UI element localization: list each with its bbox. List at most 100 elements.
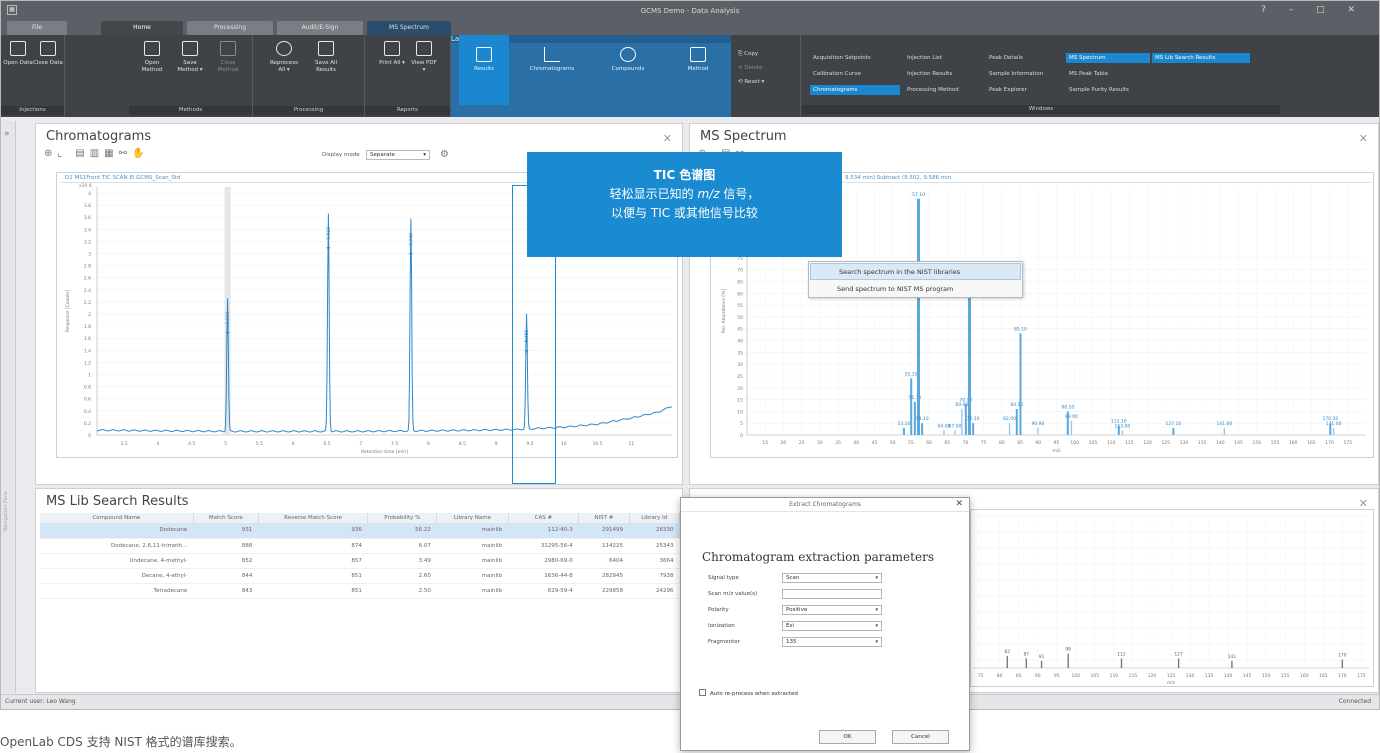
window-acquisition-setpoints[interactable]: Acquisition Setpoints [810, 53, 874, 63]
column-header[interactable]: Compound Name [40, 513, 194, 523]
open-data-button[interactable]: Open Data [3, 35, 33, 67]
tab-processing[interactable]: Processing [187, 21, 273, 35]
overlay-icon[interactable]: ▤ [75, 148, 89, 159]
layout-results-button[interactable]: Results [459, 35, 509, 105]
tab-home[interactable]: Home [101, 21, 183, 35]
x-tick-label: 95 [1054, 673, 1060, 679]
bar-label: 170 [1338, 653, 1347, 659]
close-icon[interactable]: ✕ [663, 132, 672, 145]
field-select[interactable]: Esi ▾ [782, 621, 882, 631]
tab-ms-spectrum[interactable]: MS Spectrum [367, 21, 451, 35]
window-controls[interactable]: ? – □ ✕ [1261, 5, 1365, 15]
window-processing-method[interactable]: Processing Method [904, 85, 962, 95]
fit-icon[interactable]: ⌞ [57, 148, 67, 159]
x-tick-label: 145 [1234, 440, 1243, 446]
table-row[interactable]: Dodecane 931 936 56.22 mainlib 112-40-3 291499… [40, 523, 680, 539]
window-sample-information[interactable]: Sample Information [986, 69, 1046, 79]
reprocess-all-button[interactable]: Reprocess All ▾ [269, 35, 299, 73]
tab-file[interactable]: File [7, 21, 67, 35]
field-select[interactable]: 135 ▾ [782, 637, 882, 647]
table-row[interactable]: Tetradecane 843 851 2.50 mainlib 629-59-4 2298… [40, 583, 680, 599]
y-tick-label: 30 [737, 362, 743, 368]
chevron-down-icon: ▾ [875, 607, 878, 613]
expand-chevron-icon[interactable]: » [4, 129, 10, 139]
column-header[interactable]: Match Score [193, 513, 259, 523]
table-cell: 2.50 [367, 583, 437, 599]
separate-icon[interactable]: ▦ [104, 148, 118, 159]
menu-item-search-nist[interactable]: Search spectrum in the NIST libraries [810, 263, 1021, 280]
bar-label: 141.00 [1216, 421, 1232, 427]
spectrum-bar [1332, 427, 1335, 435]
layout-method-button[interactable]: Method [673, 41, 723, 73]
window-injection-list[interactable]: Injection List [904, 53, 945, 63]
column-header[interactable]: Reverse Match Score [258, 513, 369, 523]
menu-item-send-nist[interactable]: Send spectrum to NIST MS program [809, 281, 1022, 298]
window-injection-results[interactable]: Injection Results [904, 69, 955, 79]
x-tick-label: 140 [1224, 673, 1233, 679]
field-select[interactable]: Positive ▾ [782, 605, 882, 615]
delete-button[interactable]: ✕ Delete [735, 63, 765, 73]
open-method-button[interactable]: Open Method [137, 35, 167, 73]
x-tick-label: 150 [1262, 673, 1271, 679]
close-method-button[interactable]: Close Method [213, 35, 243, 73]
close-data-button[interactable]: Close Data [33, 35, 63, 67]
y-tick-label: 3.4 [84, 227, 91, 233]
close-icon[interactable]: ✕ [1359, 132, 1368, 145]
column-header[interactable]: Library Id [629, 513, 680, 523]
close-icon[interactable]: ✕ [955, 499, 963, 509]
layout-chromatograms-button[interactable]: Chromatograms [527, 41, 577, 73]
y-tick-label: 0.8 [84, 385, 91, 391]
x-tick-label: 80 [999, 440, 1005, 446]
reset-button[interactable]: ⟲ Reset ▾ [735, 77, 767, 87]
window-ms-peak-table[interactable]: MS Peak Table [1066, 69, 1111, 79]
bar-label: 98.10 [1061, 404, 1074, 410]
table-row[interactable]: Undecane, 4-methyl- 852 857 3.49 mainlib 2980… [40, 553, 680, 569]
link-icon[interactable]: ⚯ [119, 148, 132, 159]
layout-compounds-button[interactable]: Compounds [603, 41, 653, 73]
view-pdf-button[interactable]: View PDF ▾ [409, 35, 439, 73]
window-calibration-curve[interactable]: Calibration Curve [810, 69, 864, 79]
cancel-button[interactable]: Cancel [892, 730, 949, 744]
group-label-injections: Injections [1, 106, 64, 115]
field-input[interactable] [782, 589, 882, 599]
column-header[interactable]: Probability % [367, 513, 438, 523]
column-header[interactable]: NIST # [578, 513, 630, 523]
x-tick-label: 75 [978, 673, 984, 679]
save-method-button[interactable]: Save Method ▾ [175, 35, 205, 73]
column-header[interactable]: Library Name [436, 513, 509, 523]
spectrum-bar [921, 423, 924, 435]
auto-reprocess-checkbox[interactable]: Auto re-process when extracted [699, 689, 798, 697]
spectrum-bar [1025, 658, 1028, 668]
table-row[interactable]: Decane, 4-ethyl- 844 851 2.60 mainlib 1636-44… [40, 568, 680, 584]
x-tick-label: 85 [1016, 673, 1022, 679]
zoom-icon[interactable]: ⊕ [44, 148, 57, 159]
peak-label: 6.522 [326, 227, 332, 240]
window-ms-spectrum[interactable]: MS Spectrum [1066, 53, 1150, 63]
pan-icon[interactable]: ✋ [132, 148, 149, 159]
bar-label: 82.00 [1003, 416, 1016, 422]
save-all-results-button[interactable]: Save All Results [311, 35, 341, 73]
copy-button[interactable]: ⎘ Copy [735, 49, 761, 59]
ok-button[interactable]: OK [819, 730, 876, 744]
window-peak-explorer[interactable]: Peak Explorer [986, 85, 1030, 95]
y-tick-label: 45 [737, 327, 743, 333]
column-header[interactable]: CAS # [508, 513, 580, 523]
tab-audit-esign[interactable]: Audit/E-Sign [277, 21, 363, 35]
checkbox-box[interactable] [699, 689, 706, 696]
table-cell: 114225 [578, 538, 629, 554]
stack-icon[interactable]: ▥ [90, 148, 104, 159]
window-peak-details[interactable]: Peak Details [986, 53, 1026, 63]
table-row[interactable]: Dodecane, 2,6,11-trimeth... 888 874 6.07 mai… [40, 538, 680, 554]
settings-gear-icon[interactable]: ⚙ [440, 149, 449, 160]
print-all-button[interactable]: Print All ▾ [377, 35, 407, 67]
window-ms-lib-search-results[interactable]: MS Lib Search Results [1152, 53, 1250, 63]
field-select[interactable]: Scan ▾ [782, 573, 882, 583]
y-tick-label: 2.8 [84, 264, 91, 270]
group-label-methods: Methods [129, 106, 252, 115]
x-tick-label: 95 [1054, 440, 1060, 446]
window-chromatograms[interactable]: Chromatograms [810, 85, 900, 95]
extracted-spectrum-chart[interactable]: 75 80 85 90 95 100 105 110 115 120 125 130 135 140 145… [970, 509, 1374, 687]
window-sample-purity-results[interactable]: Sample Purity Results [1066, 85, 1132, 95]
display-mode-select[interactable]: Separate ▾ [366, 150, 430, 160]
navigation-pane[interactable]: » Navigation Pane [1, 121, 16, 693]
